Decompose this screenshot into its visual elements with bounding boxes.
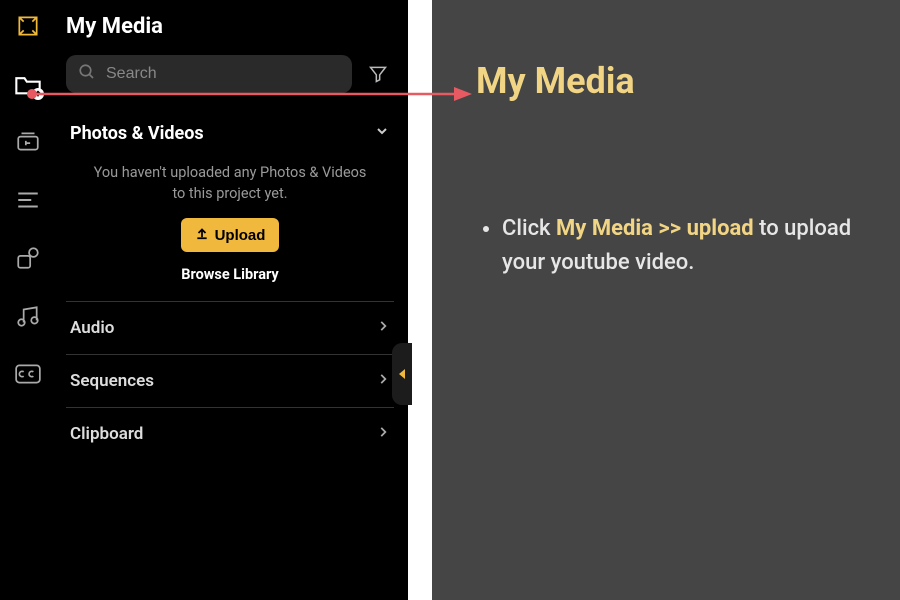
captions-icon[interactable] (14, 360, 42, 388)
side-rail (0, 0, 56, 600)
section-label: Sequences (70, 371, 154, 391)
section-label: Clipboard (70, 424, 143, 444)
upload-button[interactable]: Upload (181, 218, 280, 252)
divider-gap (408, 0, 432, 600)
chevron-right-icon (376, 318, 390, 338)
search-box[interactable] (66, 55, 352, 93)
folder-upload-icon[interactable] (14, 70, 42, 98)
search-input[interactable] (106, 65, 340, 83)
upload-icon (195, 226, 209, 244)
my-media-panel: My Media Photos & Videos You haven't upl… (56, 0, 408, 600)
elements-icon[interactable] (14, 244, 42, 272)
instruction-text: Click (502, 216, 556, 241)
chevron-right-icon (376, 424, 390, 444)
instruction-pane: My Media Click My Media >> upload to upl… (432, 0, 900, 600)
app-sidebar-panel: My Media Photos & Videos You haven't upl… (0, 0, 408, 600)
instruction-highlight: My Media >> upload (556, 216, 754, 241)
section-label: Photos & Videos (70, 123, 204, 144)
instruction-item: Click My Media >> upload to upload your … (502, 212, 866, 280)
music-icon[interactable] (14, 302, 42, 330)
search-icon (78, 63, 96, 85)
text-settings-icon[interactable] (14, 186, 42, 214)
browse-library-link[interactable]: Browse Library (66, 266, 394, 283)
templates-icon[interactable] (14, 128, 42, 156)
search-row (66, 55, 394, 93)
section-label: Audio (70, 318, 114, 338)
upload-label: Upload (215, 227, 266, 244)
section-clipboard[interactable]: Clipboard (66, 407, 394, 460)
collapse-handle[interactable] (392, 343, 412, 405)
film-icon[interactable] (14, 12, 42, 40)
filter-icon[interactable] (362, 58, 394, 90)
chevron-down-icon (374, 123, 390, 144)
chevron-right-icon (376, 371, 390, 391)
section-photos-videos[interactable]: Photos & Videos (66, 111, 394, 156)
section-audio[interactable]: Audio (66, 301, 394, 354)
section-sequences[interactable]: Sequences (66, 354, 394, 407)
instruction-title: My Media (476, 60, 866, 102)
panel-title: My Media (66, 14, 394, 39)
empty-state-message: You haven't uploaded any Photos & Videos… (66, 156, 394, 218)
instruction-list: Click My Media >> upload to upload your … (476, 212, 866, 280)
